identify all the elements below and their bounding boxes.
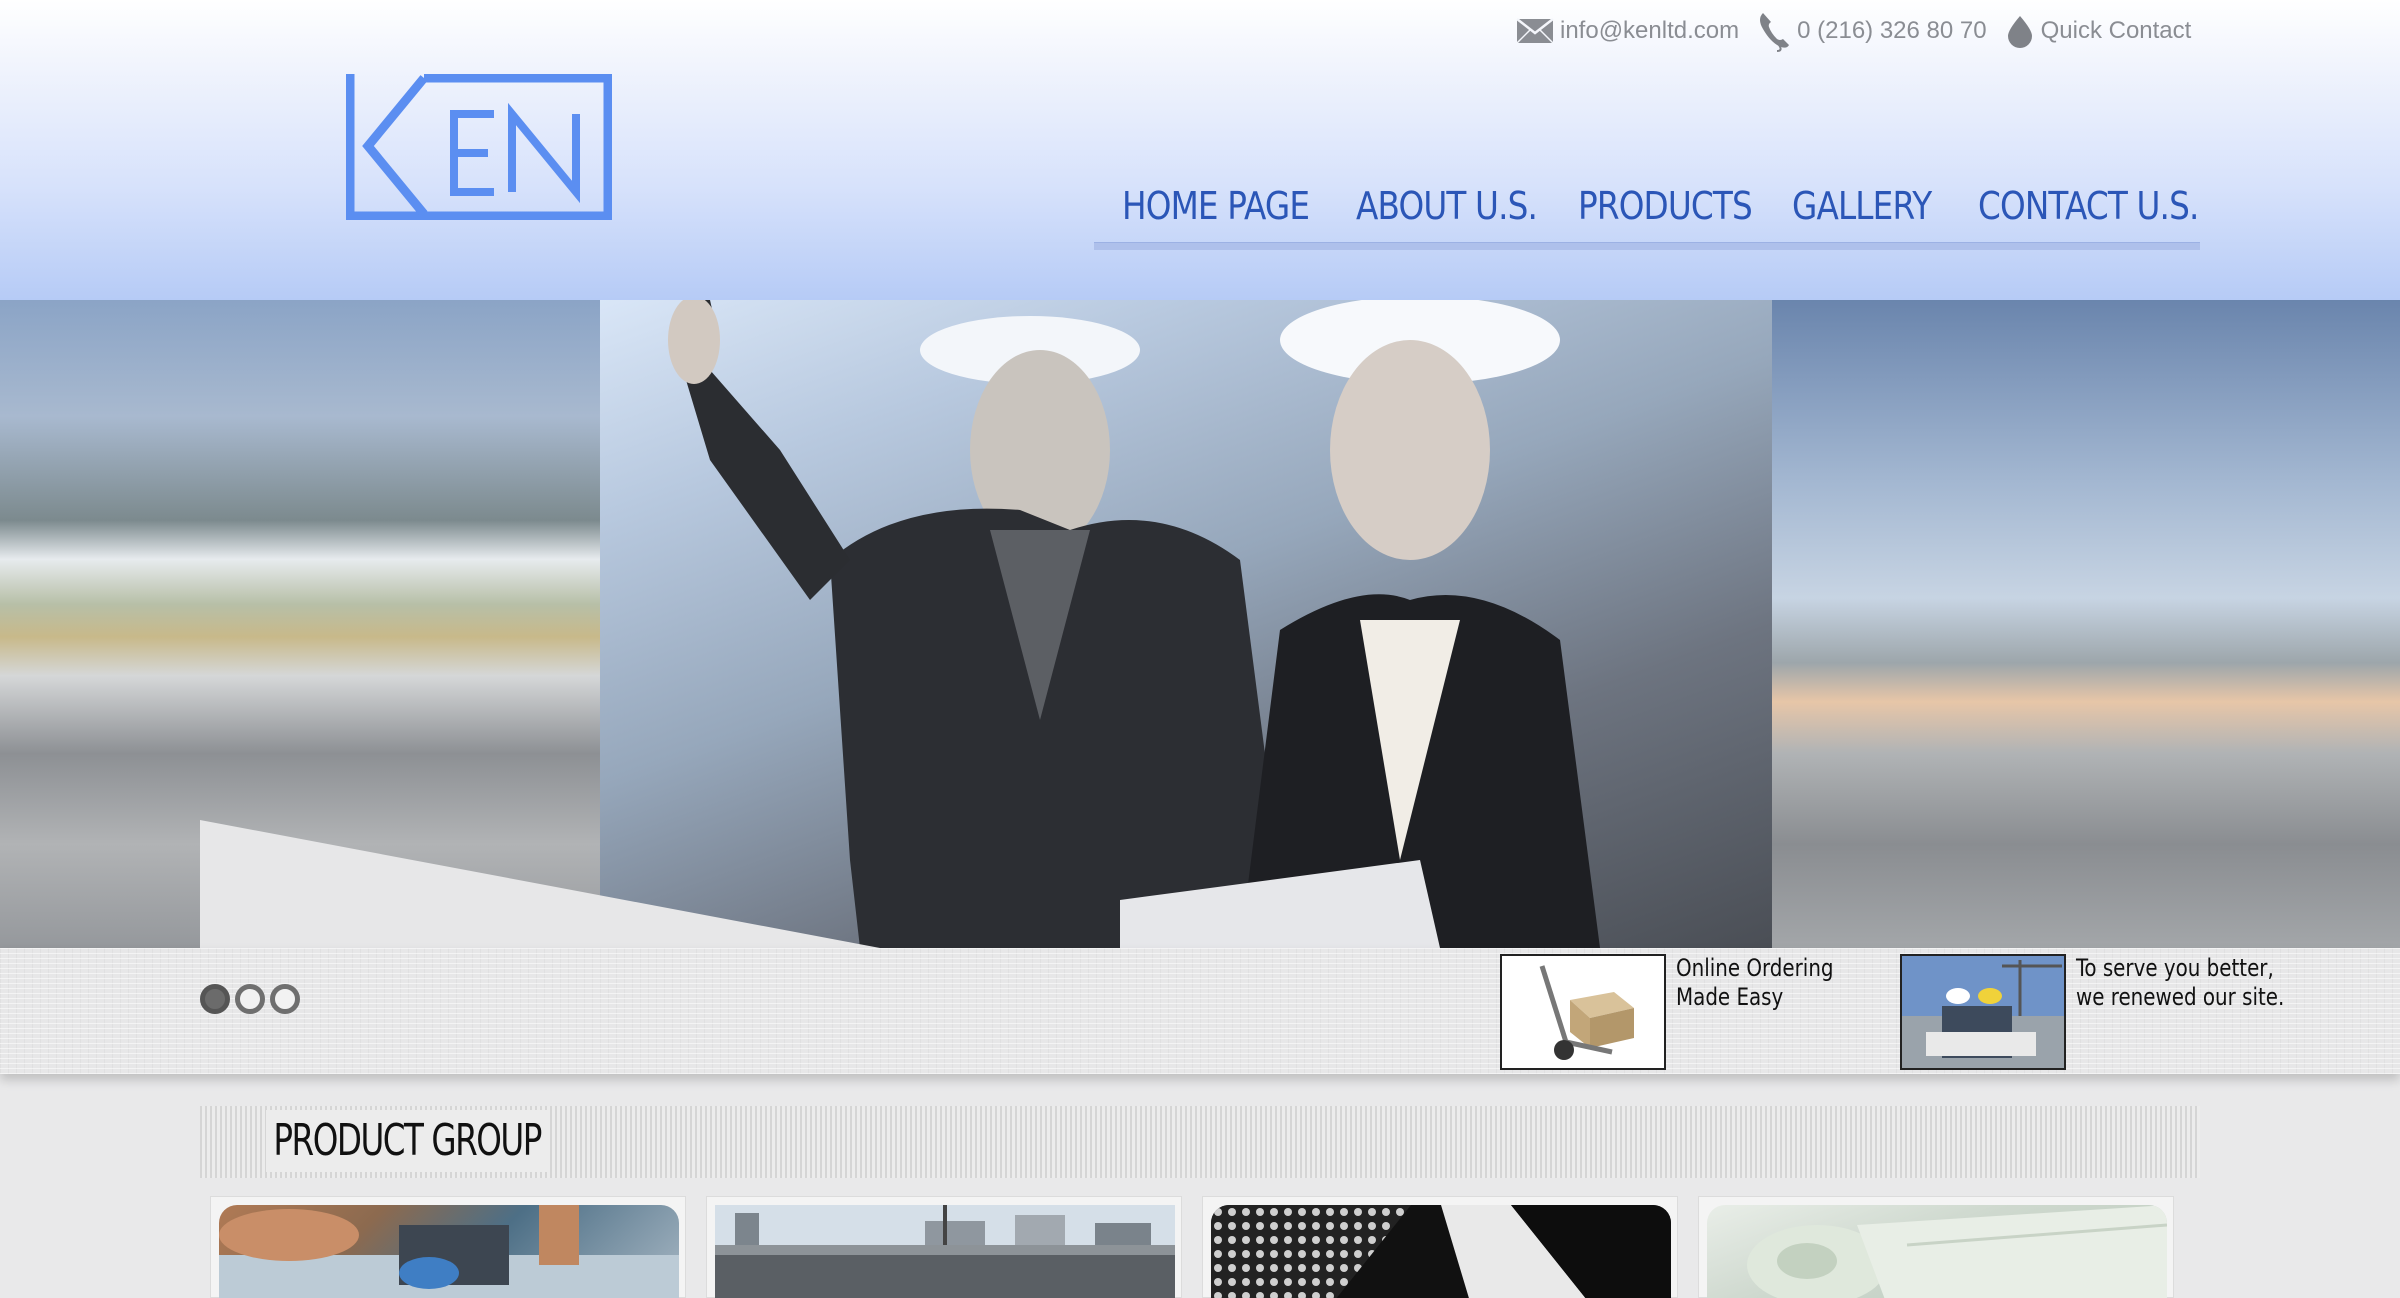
roofing-worker-photo xyxy=(219,1205,679,1298)
nav-contact-us[interactable]: CONTACT U.S. xyxy=(1978,184,2199,228)
drop-icon xyxy=(2007,16,2032,48)
engineers-photo-icon xyxy=(1900,954,2066,1070)
slider-pagination xyxy=(200,984,305,1014)
nav-products[interactable]: PRODUCTS xyxy=(1578,184,1753,228)
nav-home-page[interactable]: HOME PAGE xyxy=(1122,184,1310,228)
quick-contact-text: Quick Contact xyxy=(2040,17,2192,44)
product-group-title: PRODUCT GROUP xyxy=(266,1110,549,1172)
ken-logo[interactable] xyxy=(345,73,613,221)
site-header: info@kenltd.com 0 (216) 326 80 70 Quick … xyxy=(0,0,2400,300)
news-item-online-ordering[interactable]: Online Ordering Made Easy xyxy=(1500,954,1906,1070)
nav-about-us[interactable]: ABOUT U.S. xyxy=(1356,184,1538,228)
product-card-2[interactable] xyxy=(706,1196,1182,1298)
hero-wedge-overlay xyxy=(200,820,880,948)
news-text-online-ordering: Online Ordering Made Easy xyxy=(1676,954,1834,1011)
perforated-metal-photo xyxy=(1211,1205,1671,1298)
slider-dot-3[interactable] xyxy=(270,984,300,1014)
envelope-icon xyxy=(1516,18,1554,44)
main-nav: HOME PAGE ABOUT U.S. PRODUCTS GALLERY CO… xyxy=(1094,178,2200,250)
product-card-3[interactable] xyxy=(1202,1196,1678,1298)
nav-gallery[interactable]: GALLERY xyxy=(1792,184,1932,228)
slider-dot-2[interactable] xyxy=(235,984,265,1014)
ken-logo-mark xyxy=(345,73,613,221)
product-group-header: PRODUCT GROUP xyxy=(200,1106,2200,1178)
email-link[interactable]: info@kenltd.com xyxy=(1516,17,1739,45)
news-text-site-renewed: To serve you better, we renewed our site… xyxy=(2076,954,2285,1011)
product-card-4[interactable] xyxy=(1698,1196,2174,1298)
product-grid xyxy=(210,1196,2180,1298)
slider-dot-1[interactable] xyxy=(200,984,230,1014)
building-construction-photo xyxy=(715,1205,1175,1298)
hero-slider[interactable] xyxy=(0,300,2400,948)
news-item-site-renewed[interactable]: To serve you better, we renewed our site… xyxy=(1900,954,2306,1070)
hand-truck-icon xyxy=(1500,954,1666,1070)
phone-icon xyxy=(1760,13,1790,52)
slider-caption-strip: Online Ordering Made Easy To serve you b… xyxy=(0,948,2400,1074)
product-card-1[interactable] xyxy=(210,1196,686,1298)
contact-bar: info@kenltd.com 0 (216) 326 80 70 Quick … xyxy=(1516,13,2209,52)
membrane-roll-photo xyxy=(1707,1205,2167,1298)
phone-text: 0 (216) 326 80 70 xyxy=(1797,17,1987,44)
nav-underline xyxy=(1094,242,2200,250)
email-text: info@kenltd.com xyxy=(1560,17,1740,44)
quick-contact-link[interactable]: Quick Contact xyxy=(2005,14,2192,48)
phone-link[interactable]: 0 (216) 326 80 70 xyxy=(1757,9,1987,53)
